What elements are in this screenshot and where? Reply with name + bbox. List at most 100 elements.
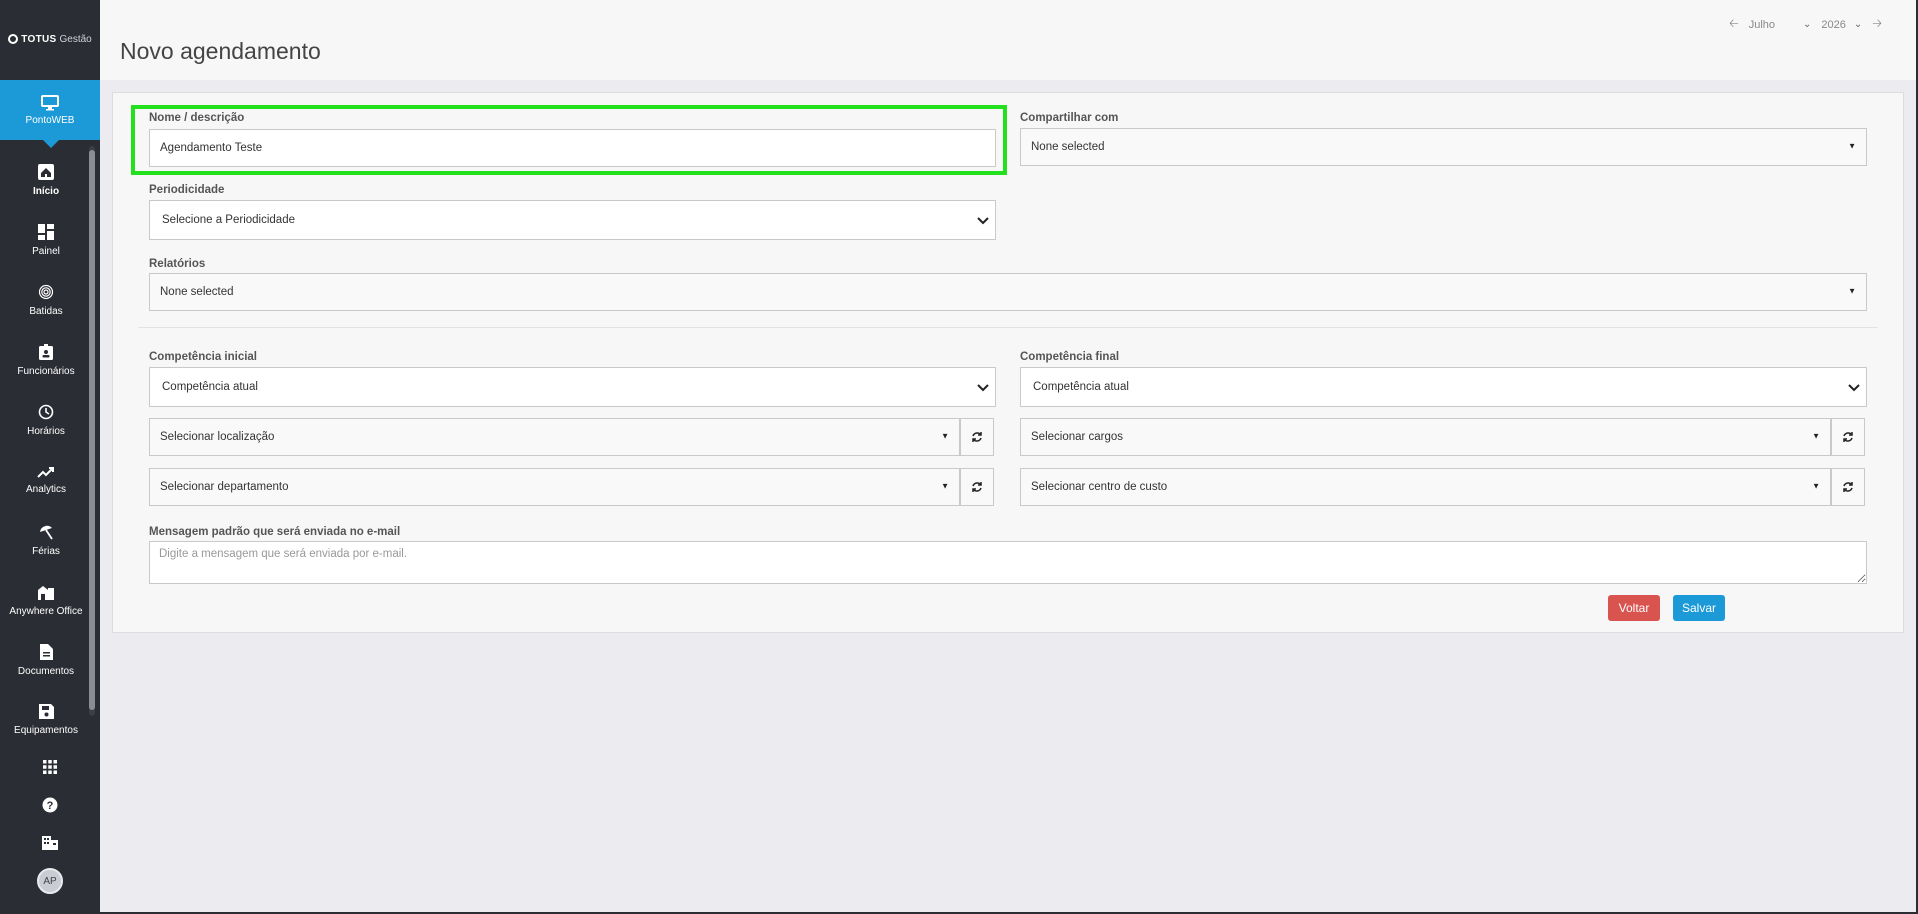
sidebar-item-label: Férias [32, 545, 60, 557]
chevron-down-icon: ⌄ [1853, 19, 1863, 30]
localizacao-multiselect[interactable]: Selecionar localização ▼ [149, 418, 960, 456]
month-select[interactable]: Julho ⌄ [1749, 19, 1812, 31]
relatorios-label: Relatórios [149, 258, 206, 270]
sidebar-item-label: Anywhere Office [9, 605, 83, 617]
caret-down-icon: ▼ [1812, 431, 1820, 441]
cargos-multiselect[interactable]: Selecionar cargos ▼ [1020, 418, 1831, 456]
voltar-button[interactable]: Voltar [1608, 595, 1660, 621]
document-icon [39, 643, 53, 660]
company-button[interactable] [0, 824, 100, 862]
clock-icon [38, 404, 54, 419]
caret-down-icon: ▼ [941, 431, 949, 441]
competencia-inicial-select[interactable]: Competência atual [149, 367, 996, 407]
compartilhar-label: Compartilhar com [1020, 112, 1119, 124]
caret-down-icon: ▼ [1848, 286, 1856, 296]
periodicidade-label: Periodicidade [149, 184, 225, 196]
sidebar-item-label: Equipamentos [14, 725, 78, 736]
sidebar-item-documentos[interactable]: Documentos [0, 630, 92, 690]
sidebar-item-funcionarios[interactable]: Funcionários [0, 330, 92, 390]
next-period-icon[interactable]: 🡢 [1872, 14, 1882, 35]
sidebar-item-analytics[interactable]: Analytics [0, 450, 92, 510]
totvs-logo-icon [8, 34, 19, 44]
sidebar-item-batidas[interactable]: Batidas [0, 270, 92, 330]
sidebar-item-label: Documentos [17, 665, 75, 677]
umbrella-icon [40, 525, 53, 539]
relatorios-multiselect[interactable]: None selected ▼ [149, 273, 1867, 311]
trending-icon [37, 466, 54, 478]
month-value: Julho [1748, 18, 1775, 31]
compartilhar-value: None selected [1031, 141, 1105, 153]
user-menu[interactable]: AP [0, 862, 100, 900]
sidebar-item-inicio[interactable]: Início [0, 150, 92, 210]
centro-custo-multiselect[interactable]: Selecionar centro de custo ▼ [1020, 468, 1831, 506]
period-navigator: 🡠 Julho ⌄ 2026 ⌄ 🡢 [1729, 14, 1882, 35]
refresh-departamento-button[interactable] [960, 468, 994, 506]
apps-icon [43, 760, 57, 774]
sidebar-item-label: PontoWEB [25, 114, 75, 126]
centro-custo-value: Selecionar centro de custo [1031, 481, 1168, 493]
page-header: Novo agendamento 🡠 Julho ⌄ 2026 ⌄ 🡢 [100, 0, 1918, 80]
home-icon [38, 163, 54, 180]
refresh-icon [972, 482, 982, 492]
sidebar-item-painel[interactable]: Painel [0, 210, 92, 270]
dashboard-icon [38, 223, 54, 240]
sidebar-scrollbar[interactable] [89, 146, 95, 716]
chevron-down-icon [977, 384, 989, 392]
sidebar-item-horarios[interactable]: Horários [0, 390, 92, 450]
sidebar-item-label: Horários [27, 425, 65, 437]
nome-label: Nome / descrição [149, 112, 245, 124]
refresh-localizacao-button[interactable] [960, 418, 994, 456]
competencia-final-value: Competência atual [1033, 381, 1129, 393]
refresh-icon [972, 432, 982, 442]
company-icon [42, 836, 58, 850]
relatorios-value: None selected [160, 286, 234, 298]
apps-button[interactable] [0, 748, 100, 786]
brand-suffix: Gestão [59, 33, 92, 45]
competencia-inicial-label: Competência inicial [149, 351, 258, 363]
sidebar-nav: Início Painel Batidas Funcionários Horár… [0, 150, 92, 750]
competencia-inicial-value: Competência atual [162, 381, 258, 393]
brand-name: TOTUS [21, 33, 57, 45]
chevron-down-icon: ⌄ [1803, 19, 1812, 30]
nome-input[interactable]: Agendamento Teste [149, 129, 996, 167]
avatar[interactable]: AP [37, 868, 63, 894]
previous-period-icon[interactable]: 🡠 [1729, 14, 1739, 35]
sidebar-item-equipamentos[interactable]: Equipamentos [0, 690, 92, 750]
brand-logo[interactable]: TOTUS Gestão [0, 0, 100, 78]
sidebar-item-label: Batidas [29, 305, 63, 317]
page-title: Novo agendamento [120, 38, 321, 64]
periodicidade-select[interactable]: Selecione a Periodicidade [149, 200, 996, 240]
cargos-value: Selecionar cargos [1031, 431, 1124, 443]
svg-text:?: ? [47, 800, 54, 812]
sidebar-item-anywhere-office[interactable]: Anywhere Office [0, 570, 92, 630]
sidebar-item-label: Analytics [25, 483, 66, 495]
year-value: 2026 [1821, 18, 1846, 31]
mensagem-label: Mensagem padrão que será enviada no e-ma… [149, 526, 401, 538]
periodicidade-value: Selecione a Periodicidade [162, 214, 295, 226]
save-icon [38, 704, 54, 719]
refresh-cargos-button[interactable] [1831, 418, 1865, 456]
caret-down-icon: ▼ [1848, 141, 1856, 151]
caret-down-icon: ▼ [941, 481, 949, 491]
competencia-final-select[interactable]: Competência atual [1020, 367, 1867, 407]
mensagem-textarea[interactable] [149, 541, 1867, 584]
monitor-icon [41, 94, 59, 110]
help-button[interactable]: ? [0, 786, 100, 824]
year-select[interactable]: 2026 ⌄ [1821, 19, 1862, 31]
salvar-button[interactable]: Salvar [1673, 595, 1725, 621]
sidebar-item-ferias[interactable]: Férias [0, 510, 92, 570]
help-icon: ? [42, 797, 58, 813]
fingerprint-icon [38, 284, 54, 299]
departamento-value: Selecionar departamento [160, 481, 289, 493]
refresh-centro-custo-button[interactable] [1831, 468, 1865, 506]
refresh-icon [1843, 482, 1853, 492]
sidebar-item-label: Funcionários [17, 365, 75, 377]
sidebar-item-pontoweb[interactable]: PontoWEB [0, 80, 100, 148]
localizacao-value: Selecionar localização [160, 431, 275, 443]
departamento-multiselect[interactable]: Selecionar departamento ▼ [149, 468, 960, 506]
sidebar-item-label: Início [32, 185, 60, 197]
sidebar-bottom: ? AP [0, 748, 100, 900]
scrollbar-thumb[interactable] [89, 150, 95, 710]
refresh-icon [1843, 432, 1853, 442]
compartilhar-multiselect[interactable]: None selected ▼ [1020, 128, 1867, 166]
